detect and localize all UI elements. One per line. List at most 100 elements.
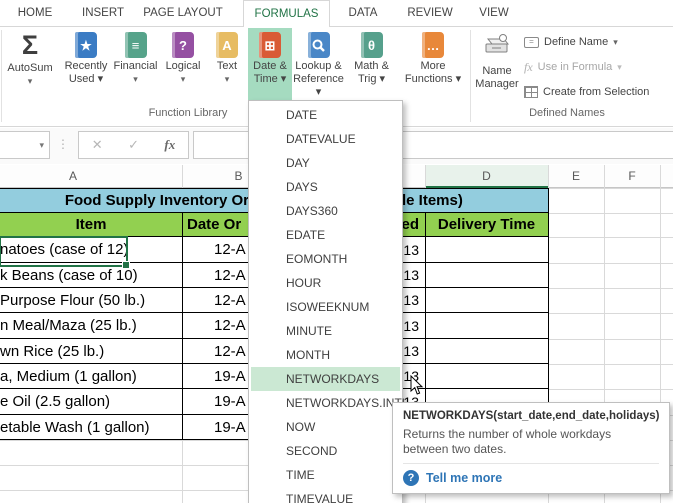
chevron-down-icon: ▾ <box>180 74 186 84</box>
item-cell[interactable]: wn Rice (25 lb.) <box>0 339 180 363</box>
use-in-formula-button[interactable]: fx Use in Formula ▾ <box>524 57 673 77</box>
header-item: Item <box>75 216 107 233</box>
menu-item-eomonth[interactable]: EOMONTH <box>249 247 402 271</box>
tab-insert[interactable]: INSERT <box>74 0 132 26</box>
item-cell[interactable]: Purpose Flour (50 lb.) <box>0 288 180 312</box>
formula-bar-grip[interactable]: ⋮ <box>57 131 69 157</box>
button-label: Reference ▾ <box>293 73 344 98</box>
button-label: Use in Formula <box>537 61 613 73</box>
chevron-down-icon: ▾ <box>133 74 138 84</box>
menu-item-datevalue[interactable]: DATEVALUE <box>249 127 402 151</box>
button-label: Functions ▾ <box>404 73 462 85</box>
menu-item-month[interactable]: MONTH <box>249 343 402 367</box>
autosum-button[interactable]: Σ AutoSum ▾ <box>2 28 58 100</box>
item-cell[interactable]: n Meal/Maza (25 lb.) <box>0 313 180 338</box>
menu-item-day[interactable]: DAY <box>249 151 402 175</box>
menu-item-networkdays-intl[interactable]: NETWORKDAYS.INTL <box>249 391 408 415</box>
text-button[interactable]: A Text ▾ <box>206 28 248 100</box>
menu-item-timevalue[interactable]: TIMEVALUE <box>249 487 402 503</box>
tab-page-layout[interactable]: PAGE LAYOUT <box>140 0 226 26</box>
table-title-right: le Items) <box>402 192 463 209</box>
table-title-left: Food Supply Inventory Or <box>64 192 249 209</box>
networkdays-tooltip: NETWORKDAYS(start_date,end_date,holidays… <box>392 402 670 494</box>
menu-item-days360[interactable]: DAYS360 <box>249 199 402 223</box>
enter-icon[interactable]: ✓ <box>128 137 139 153</box>
tab-review[interactable]: REVIEW <box>400 0 460 26</box>
group-separator <box>470 30 471 122</box>
menu-item-hour[interactable]: HOUR <box>249 271 402 295</box>
more-functions-button[interactable]: … More Functions ▾ <box>398 28 468 100</box>
fill-handle[interactable] <box>122 261 130 269</box>
item-cell[interactable]: etable Wash (1 gallon) <box>0 415 180 439</box>
name-manager-button[interactable]: Name Manager <box>472 28 522 100</box>
function-library-group-label: Function Library <box>148 107 228 119</box>
item-cell[interactable]: e Oil (2.5 gallon) <box>0 389 180 414</box>
menu-item-date[interactable]: DATE <box>249 103 402 127</box>
mouse-cursor-icon <box>410 374 424 401</box>
date-time-button[interactable]: ⊞ Date & Time ▾ <box>248 28 292 100</box>
item-cell[interactable]: a, Medium (1 gallon) <box>0 364 180 388</box>
cancel-icon[interactable]: ✕ <box>92 137 103 153</box>
button-label: Name <box>482 65 512 77</box>
formula-buttons: ✕ ✓ fx <box>78 131 189 159</box>
recently-used-button[interactable]: ★ Recently Used ▾ <box>60 28 112 100</box>
tooltip-body: Returns the number of whole workdays bet… <box>403 427 612 456</box>
header-delivery-time: Delivery Time <box>437 216 536 233</box>
logical-button[interactable]: ? Logical ▾ <box>160 28 206 100</box>
button-label: AutoSum <box>7 62 53 74</box>
chevron-down-icon: ▾ <box>617 62 622 72</box>
lookup-reference-button[interactable]: Lookup & Reference ▾ <box>292 28 345 100</box>
selection-grid-icon <box>524 86 538 98</box>
name-box[interactable]: ▾ <box>0 131 50 159</box>
ellipsis-book-icon: … <box>422 32 444 58</box>
selected-cell-d3[interactable] <box>0 236 130 269</box>
insert-function-icon[interactable]: fx <box>164 137 175 153</box>
magnifier-book-icon <box>307 32 330 58</box>
tooltip-title: NETWORKDAYS(start_date,end_date,holidays… <box>403 410 660 422</box>
question-book-icon: ? <box>172 32 194 58</box>
name-tag-icon: = <box>524 36 539 48</box>
button-label: Lookup & <box>295 60 342 72</box>
magnifier-icon <box>312 39 325 52</box>
tab-data[interactable]: DATA <box>339 0 387 26</box>
excel-window: HOME INSERT PAGE LAYOUT FORMULAS DATA RE… <box>0 0 673 503</box>
create-from-selection-button[interactable]: Create from Selection <box>524 82 673 102</box>
chevron-down-icon: ▾ <box>613 37 618 47</box>
menu-item-edate[interactable]: EDATE <box>249 223 402 247</box>
button-label: Text <box>216 60 238 72</box>
tab-home[interactable]: HOME <box>8 0 62 26</box>
button-label: Financial <box>113 60 158 72</box>
theta-book-icon: θ <box>360 32 383 58</box>
tab-formulas[interactable]: FORMULAS <box>243 0 330 27</box>
menu-item-networkdays[interactable]: NETWORKDAYS <box>251 367 400 391</box>
menu-item-isoweeknum[interactable]: ISOWEEKNUM <box>249 295 402 319</box>
menu-item-minute[interactable]: MINUTE <box>249 319 402 343</box>
menu-item-second[interactable]: SECOND <box>249 439 402 463</box>
tab-view[interactable]: VIEW <box>470 0 518 26</box>
button-label: Trig ▾ <box>357 73 386 85</box>
sigma-icon: Σ <box>21 30 39 60</box>
menu-item-time[interactable]: TIME <box>249 463 402 487</box>
ribbon-tab-bar: HOME INSERT PAGE LAYOUT FORMULAS DATA RE… <box>0 0 673 27</box>
chevron-down-icon: ▾ <box>224 74 230 84</box>
letter-a-book-icon: A <box>216 32 238 58</box>
button-label: Logical <box>165 60 201 72</box>
tell-me-more-link[interactable]: Tell me more <box>426 471 502 485</box>
define-name-button[interactable]: = Define Name ▾ <box>524 32 673 52</box>
name-manager-icon <box>485 34 510 53</box>
help-icon[interactable]: ? <box>403 470 419 486</box>
financial-button[interactable]: ≡ Financial ▾ <box>112 28 159 100</box>
calendar-clock-icon: ⊞ <box>259 32 281 58</box>
coins-book-icon: ≡ <box>124 32 147 58</box>
menu-item-days[interactable]: DAYS <box>249 175 402 199</box>
button-label: Time ▾ <box>253 73 287 85</box>
defined-names-group-label: Defined Names <box>529 107 605 119</box>
button-label: Used ▾ <box>68 73 104 85</box>
date-time-dropdown-menu: DATE DATEVALUE DAY DAYS DAYS360 EDATE EO… <box>248 100 408 503</box>
menu-item-now[interactable]: NOW <box>249 415 402 439</box>
button-label: Define Name <box>544 36 609 48</box>
button-label: Create from Selection <box>543 86 650 98</box>
button-label: Manager <box>475 78 519 90</box>
star-book-icon: ★ <box>75 32 97 58</box>
math-trig-button[interactable]: θ Math & Trig ▾ <box>345 28 398 100</box>
